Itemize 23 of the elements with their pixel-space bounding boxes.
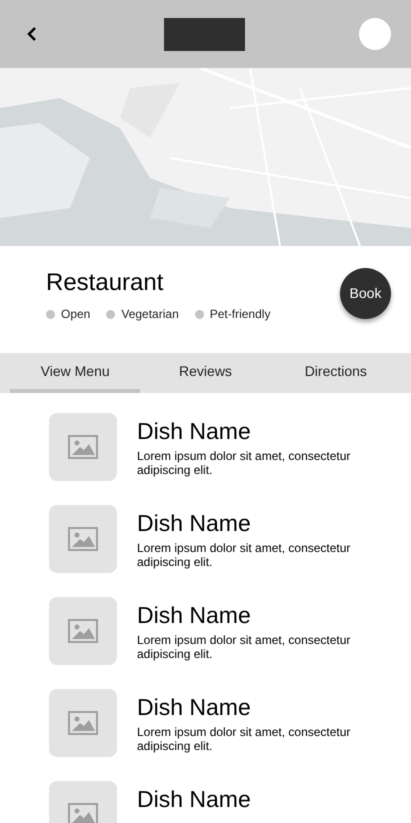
tab[interactable]: View Menu [10,353,140,393]
dish-description: Lorem ipsum dolor sit amet, consectetur adipiscing elit. [137,449,352,477]
tab[interactable]: Reviews [140,353,271,393]
image-icon [68,803,98,823]
dish-description: Lorem ipsum dolor sit amet, consectetur adipiscing elit. [137,725,352,753]
image-icon [68,711,98,735]
dish-name: Dish Name [137,509,252,538]
tag-label: Pet-friendly [210,306,270,323]
tag-label: Open [61,306,90,323]
dish-name: Dish Name [137,693,252,722]
dish-name: Dish Name [137,417,252,446]
dish-description: Lorem ipsum dolor sit amet, consectetur adipiscing elit. [137,541,352,569]
image-icon [68,435,98,459]
image-icon [68,619,98,643]
restaurant-title: Restaurant [46,268,164,298]
dish-name: Dish Name [137,601,252,630]
dish-name: Dish Name [137,785,251,814]
back-icon[interactable] [26,26,38,42]
book-button[interactable]: Book [340,268,391,319]
tab[interactable]: Directions [270,353,401,393]
image-icon [68,527,98,551]
dish-description: Lorem ipsum dolor sit amet, consectetur adipiscing elit. [137,633,352,661]
tag-label: Vegetarian [121,306,179,323]
